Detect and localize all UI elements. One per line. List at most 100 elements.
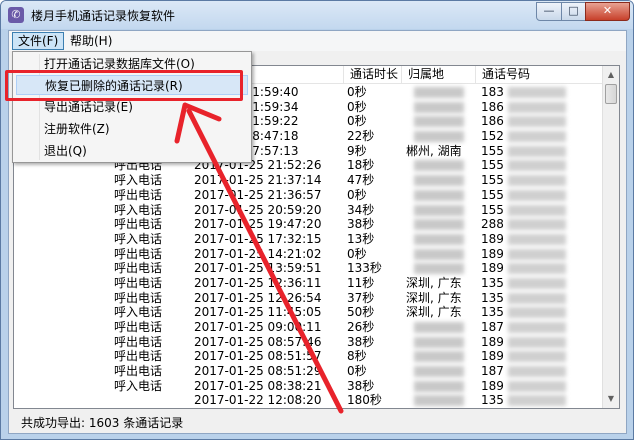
call-duration: 38秒 bbox=[347, 217, 375, 232]
call-time: 2017-01-22 12:08:20 bbox=[194, 393, 322, 408]
table-row[interactable]: 呼出电话 2017-01-25 21:36:57 0秒 155 bbox=[14, 188, 604, 203]
blurred-number bbox=[508, 116, 566, 128]
call-duration: 38秒 bbox=[347, 378, 375, 393]
table-row[interactable]: 呼出电话 2017-01-25 12:36:11 11秒 深圳, 广东 135 bbox=[14, 276, 604, 291]
blurred-number bbox=[508, 233, 566, 245]
blurred-location bbox=[414, 248, 464, 260]
minimize-icon: — bbox=[543, 4, 555, 17]
blurred-number bbox=[508, 204, 566, 216]
call-time: 2017-01-25 08:57:46 bbox=[194, 334, 322, 349]
call-type: 呼出电话 bbox=[114, 320, 163, 334]
call-type: 呼出电话 bbox=[114, 261, 163, 276]
call-type: 呼入电话 bbox=[114, 231, 163, 246]
blurred-location bbox=[414, 219, 464, 231]
call-duration: 0秒 bbox=[347, 364, 367, 379]
blurred-number bbox=[508, 351, 566, 363]
call-duration: 38秒 bbox=[347, 334, 375, 349]
table-row[interactable]: 呼入电话 2017-01-25 11:45:05 50秒 深圳, 广东 135 bbox=[14, 305, 604, 320]
menu-help[interactable]: 帮助(H) bbox=[64, 32, 118, 50]
table-row[interactable]: 呼出电话 2017-01-25 08:51:29 0秒 187 bbox=[14, 364, 604, 379]
header-location[interactable]: 归属地 bbox=[402, 66, 476, 84]
table-row[interactable]: 2017-01-22 12:08:20 180秒 135 bbox=[14, 393, 604, 408]
blurred-location bbox=[414, 380, 464, 392]
call-type: 呼出电话 bbox=[114, 275, 163, 290]
call-duration: 22秒 bbox=[347, 129, 375, 144]
call-type: 呼入电话 bbox=[114, 202, 163, 217]
header-duration[interactable]: 通话时长 bbox=[344, 66, 402, 84]
call-time: 2017-01-25 21:37:14 bbox=[194, 173, 322, 188]
blurred-location bbox=[414, 336, 464, 348]
blurred-location bbox=[414, 263, 464, 275]
table-row[interactable]: 呼出电话 2017-01-25 08:57:46 38秒 189 bbox=[14, 335, 604, 350]
call-time: 2017-01-25 09:00:11 bbox=[194, 320, 322, 334]
call-time: 2017-01-25 08:51:29 bbox=[194, 364, 322, 379]
table-row[interactable]: 呼出电话 2017-01-25 19:47:20 38秒 288 bbox=[14, 217, 604, 232]
minimize-button[interactable]: — bbox=[536, 2, 562, 21]
vertical-scrollbar[interactable]: ▲ ▼ bbox=[602, 66, 619, 408]
blurred-number bbox=[508, 145, 566, 157]
call-duration: 13秒 bbox=[347, 231, 375, 246]
call-duration: 180秒 bbox=[347, 393, 382, 408]
call-location: 深圳, 广东 bbox=[406, 290, 462, 305]
phone-icon[interactable]: ✆ bbox=[8, 7, 24, 23]
call-time: 2017-01-25 20:59:20 bbox=[194, 202, 322, 217]
menu-exit[interactable]: 退出(Q) bbox=[16, 141, 248, 161]
call-type: 呼出电话 bbox=[114, 246, 163, 261]
blurred-number bbox=[508, 307, 566, 319]
blurred-number bbox=[508, 380, 566, 392]
table-row[interactable]: 呼入电话 2017-01-25 17:32:15 13秒 189 bbox=[14, 232, 604, 247]
blurred-location bbox=[414, 395, 464, 407]
call-duration: 0秒 bbox=[347, 85, 367, 99]
call-duration: 34秒 bbox=[347, 202, 375, 217]
blurred-number bbox=[508, 263, 566, 275]
table-row[interactable]: 呼出电话 2017-01-25 14:21:02 0秒 189 bbox=[14, 247, 604, 262]
call-location: 深圳, 广东 bbox=[406, 275, 462, 290]
table-row[interactable]: 呼出电话 2017-01-25 13:59:51 133秒 189 bbox=[14, 261, 604, 276]
status-text: 共成功导出: 1603 条通话记录 bbox=[21, 416, 184, 430]
call-type: 呼出电话 bbox=[114, 349, 163, 364]
call-time: 2017-01-25 13:59:51 bbox=[194, 261, 322, 276]
blurred-location bbox=[414, 101, 464, 113]
call-time: 2017-01-25 08:38:21 bbox=[194, 378, 322, 393]
call-duration: 18秒 bbox=[347, 158, 375, 173]
table-row[interactable]: 呼出电话 2017-01-25 12:26:54 37秒 深圳, 广东 135 bbox=[14, 291, 604, 306]
blurred-location bbox=[414, 351, 464, 363]
close-button[interactable]: ✕ bbox=[585, 2, 630, 21]
call-type: 呼入电话 bbox=[114, 173, 163, 188]
blurred-number bbox=[508, 131, 566, 143]
blurred-number bbox=[508, 101, 566, 113]
menu-register[interactable]: 注册软件(Z) bbox=[16, 119, 248, 139]
highlight-box bbox=[5, 70, 243, 101]
menu-file[interactable]: 文件(F) bbox=[12, 32, 65, 50]
call-type: 呼出电话 bbox=[114, 217, 163, 232]
file-menu-dropdown: 打开通话记录数据库文件(O) 恢复已删除的通话记录(R) 导出通话记录(E) 注… bbox=[12, 51, 252, 163]
blurred-location bbox=[414, 131, 464, 143]
header-number[interactable]: 通话号码 bbox=[476, 66, 604, 84]
call-time: 2017-01-25 19:47:20 bbox=[194, 217, 322, 232]
blurred-location bbox=[414, 87, 464, 98]
call-time: 2017-01-25 17:32:15 bbox=[194, 231, 322, 246]
table-row[interactable]: 呼入电话 2017-01-25 20:59:20 34秒 155 bbox=[14, 203, 604, 218]
call-time: 2017-01-25 12:26:54 bbox=[194, 290, 322, 305]
call-time: 2017-01-25 21:36:57 bbox=[194, 187, 322, 202]
call-duration: 26秒 bbox=[347, 320, 375, 334]
table-row[interactable]: 呼出电话 2017-01-25 08:51:57 8秒 189 bbox=[14, 349, 604, 364]
table-row[interactable]: 呼出电话 2017-01-25 09:00:11 26秒 187 bbox=[14, 320, 604, 335]
blurred-location bbox=[414, 116, 464, 128]
blurred-number bbox=[508, 87, 566, 98]
call-time: 2017-01-25 14:21:02 bbox=[194, 246, 322, 261]
call-type: 呼出电话 bbox=[114, 290, 163, 305]
scroll-thumb[interactable] bbox=[605, 84, 617, 104]
call-location: 郴州, 湖南 bbox=[406, 143, 462, 158]
table-row[interactable]: 呼入电话 2017-01-25 08:38:21 38秒 189 bbox=[14, 379, 604, 394]
maximize-button[interactable]: □ bbox=[561, 2, 586, 21]
call-time: 2017-01-25 12:36:11 bbox=[194, 275, 322, 290]
call-duration: 0秒 bbox=[347, 114, 367, 129]
call-duration: 0秒 bbox=[347, 187, 367, 202]
title-bar[interactable]: ✆ 楼月手机通话记录恢复软件 — □ ✕ bbox=[1, 1, 633, 29]
scroll-down-icon[interactable]: ▼ bbox=[605, 392, 617, 406]
blurred-number bbox=[508, 292, 566, 304]
scroll-up-icon[interactable]: ▲ bbox=[605, 68, 617, 82]
blurred-location bbox=[414, 366, 464, 378]
table-row[interactable]: 呼入电话 2017-01-25 21:37:14 47秒 155 bbox=[14, 173, 604, 188]
